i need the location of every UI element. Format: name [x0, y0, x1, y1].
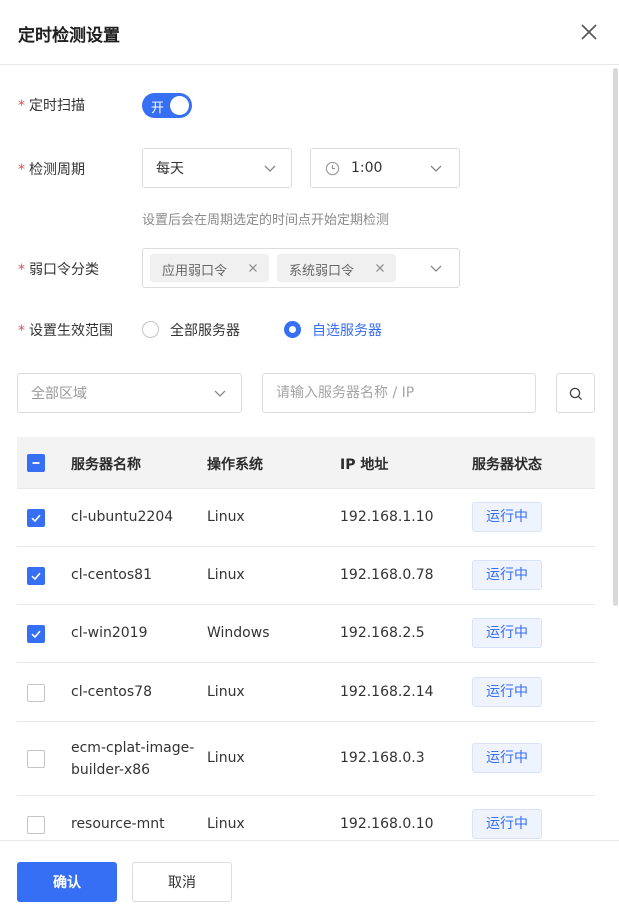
- server-name: cl-win2019: [71, 625, 148, 641]
- close-icon[interactable]: [248, 263, 258, 273]
- table-row[interactable]: cl-win2019 Windows 192.168.2.5 运行中: [17, 605, 595, 663]
- server-ip: 192.168.0.10: [340, 816, 434, 832]
- chevron-down-icon: [430, 265, 442, 272]
- table-row[interactable]: cl-centos81 Linux 192.168.0.78 运行中: [17, 547, 595, 605]
- server-name: cl-ubuntu2204: [71, 509, 174, 525]
- period-label-text: 检测周期: [29, 162, 85, 178]
- server-name-line: builder-x86: [71, 762, 151, 778]
- toggle-text: 开: [151, 101, 165, 116]
- time-value: 1:00: [351, 160, 383, 176]
- table-row[interactable]: cl-ubuntu2204 Linux 192.168.1.10 运行中: [17, 489, 595, 547]
- schedule-label-text: 定时扫描: [29, 98, 85, 114]
- search-icon: [569, 387, 583, 401]
- row-checkbox[interactable]: [27, 509, 45, 527]
- server-ip: 192.168.0.3: [340, 750, 425, 766]
- category-label: * 弱口令分类: [18, 259, 99, 279]
- clock-icon: [325, 161, 340, 176]
- required-mark: *: [18, 262, 25, 278]
- column-header-os: 操作系统: [207, 457, 263, 473]
- select-all-checkbox[interactable]: [27, 454, 45, 472]
- required-mark: *: [18, 162, 25, 178]
- status-badge: 运行中: [472, 502, 542, 532]
- row-checkbox[interactable]: [27, 625, 45, 643]
- dialog-title: 定时检测设置: [18, 26, 120, 46]
- frequency-select[interactable]: 每天: [142, 148, 292, 188]
- check-icon: [31, 572, 41, 581]
- status-badge: 运行中: [472, 560, 542, 590]
- close-icon[interactable]: [578, 21, 600, 43]
- server-ip: 192.168.0.78: [340, 567, 434, 583]
- dialog-header: 定时检测设置: [0, 0, 619, 65]
- indeterminate-icon: [32, 462, 40, 464]
- server-search-input[interactable]: [262, 373, 536, 413]
- search-button[interactable]: [556, 373, 595, 413]
- server-os: Linux: [207, 816, 245, 832]
- server-os: Windows: [207, 625, 270, 641]
- server-name: cl-centos81: [71, 567, 152, 583]
- status-badge: 运行中: [472, 618, 542, 648]
- category-tag: 系统弱口令: [277, 254, 396, 282]
- status-badge: 运行中: [472, 743, 542, 773]
- server-os: Linux: [207, 567, 245, 583]
- server-name: resource-mnt: [71, 816, 165, 832]
- region-value: 全部区域: [31, 386, 87, 402]
- row-checkbox[interactable]: [27, 750, 45, 768]
- server-ip: 192.168.1.10: [340, 509, 434, 525]
- dialog-footer: 确认 取消: [0, 840, 619, 917]
- period-label: * 检测周期: [18, 159, 85, 179]
- server-ip: 192.168.2.5: [340, 625, 425, 641]
- table-header: 服务器名称 操作系统 IP 地址 服务器状态: [17, 437, 595, 489]
- server-os: Linux: [207, 750, 245, 766]
- scope-label-text: 设置生效范围: [29, 323, 113, 339]
- region-select[interactable]: 全部区域: [17, 373, 242, 413]
- close-icon[interactable]: [375, 263, 385, 273]
- toggle-knob: [170, 96, 189, 115]
- status-badge: 运行中: [472, 809, 542, 839]
- tag-label: 应用弱口令: [162, 264, 228, 279]
- schedule-toggle[interactable]: 开: [142, 93, 192, 118]
- chevron-down-icon: [264, 165, 276, 172]
- column-header-ip: IP 地址: [340, 457, 389, 473]
- category-label-text: 弱口令分类: [29, 262, 99, 278]
- row-checkbox[interactable]: [27, 816, 45, 834]
- server-os: Linux: [207, 684, 245, 700]
- required-mark: *: [18, 323, 25, 339]
- confirm-button[interactable]: 确认: [17, 862, 117, 902]
- chevron-down-icon: [430, 165, 442, 172]
- column-header-name: 服务器名称: [71, 457, 141, 473]
- frequency-value: 每天: [156, 161, 184, 177]
- schedule-label: * 定时扫描: [18, 95, 85, 115]
- check-icon: [31, 630, 41, 639]
- time-select[interactable]: 1:00: [310, 148, 460, 188]
- row-checkbox[interactable]: [27, 567, 45, 585]
- scrollbar[interactable]: [613, 68, 618, 606]
- server-name: cl-centos78: [71, 684, 152, 700]
- chevron-down-icon: [214, 390, 226, 397]
- server-os: Linux: [207, 509, 245, 525]
- radio-all-servers[interactable]: [142, 321, 159, 338]
- radio-all-servers-label[interactable]: 全部服务器: [170, 320, 240, 340]
- required-mark: *: [18, 98, 25, 114]
- scope-label: * 设置生效范围: [18, 320, 113, 340]
- check-icon: [31, 514, 41, 523]
- table-row[interactable]: ecm-cplat-image- builder-x86 Linux 192.1…: [17, 722, 595, 796]
- status-badge: 运行中: [472, 677, 542, 707]
- row-checkbox[interactable]: [27, 684, 45, 702]
- table-row[interactable]: cl-centos78 Linux 192.168.2.14 运行中: [17, 663, 595, 722]
- server-name: ecm-cplat-image- builder-x86: [71, 737, 194, 781]
- server-ip: 192.168.2.14: [340, 684, 434, 700]
- server-name-line: ecm-cplat-image-: [71, 740, 195, 756]
- cancel-button[interactable]: 取消: [132, 862, 232, 902]
- period-hint: 设置后会在周期选定的时间点开始定期检测: [142, 213, 390, 228]
- category-tag: 应用弱口令: [150, 254, 269, 282]
- radio-selected-servers-label[interactable]: 自选服务器: [312, 320, 382, 340]
- radio-selected-servers[interactable]: [284, 321, 301, 338]
- tag-label: 系统弱口令: [289, 264, 355, 279]
- column-header-status: 服务器状态: [472, 457, 542, 473]
